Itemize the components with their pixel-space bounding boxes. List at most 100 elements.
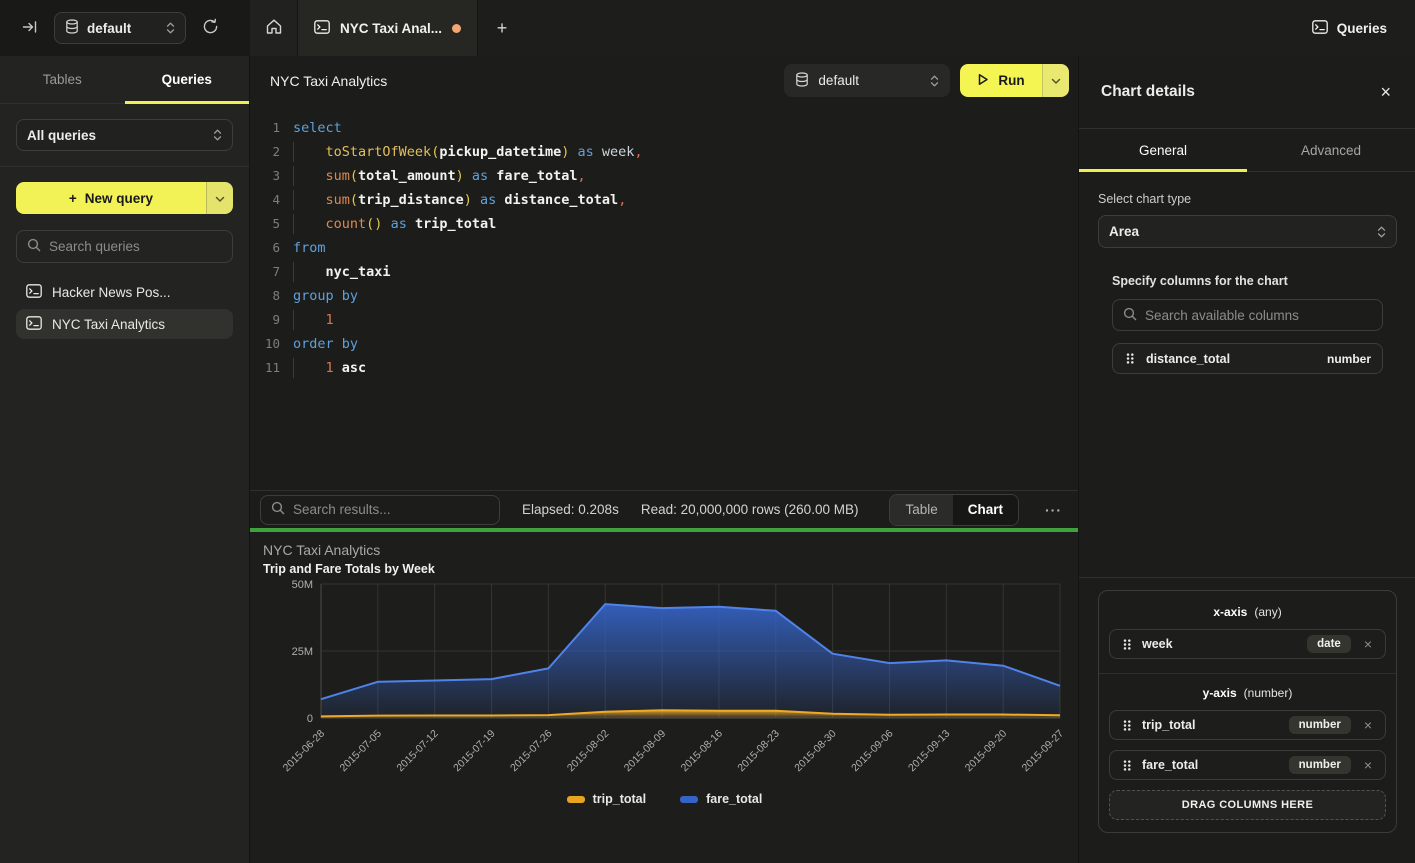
column-name: week <box>1142 637 1173 651</box>
saved-query-item[interactable]: NYC Taxi Analytics <box>16 309 233 339</box>
column-pill-distance_total[interactable]: distance_totalnumber <box>1112 343 1383 374</box>
line-number: 9 <box>250 308 280 332</box>
unsaved-changes-dot <box>452 24 461 33</box>
editor-database-selector[interactable]: default <box>784 64 950 97</box>
chart-type-select[interactable]: Area <box>1098 215 1397 248</box>
line-number: 10 <box>250 332 280 356</box>
code-line: 10 order by <box>250 332 1078 356</box>
drag-handle-icon[interactable] <box>1124 351 1136 366</box>
sidebar-search-box <box>16 230 233 263</box>
svg-text:2015-08-02: 2015-08-02 <box>565 728 612 775</box>
run-label: Run <box>998 73 1024 88</box>
code-text: order by <box>293 332 358 356</box>
remove-column-button[interactable]: × <box>1360 717 1376 733</box>
sidebar: Tables Queries All queries + New query <box>0 56 250 863</box>
available-columns-list: distance_totalnumber <box>1112 343 1383 374</box>
play-icon <box>977 73 989 89</box>
home-icon <box>265 18 283 38</box>
line-number: 4 <box>250 188 280 212</box>
code-text: sum(total_amount) as fare_total, <box>293 164 586 188</box>
code-text: toStartOfWeek(pickup_datetime) as week, <box>293 140 643 164</box>
collapse-sidebar-button[interactable] <box>18 15 42 42</box>
new-tab-button[interactable]: + <box>478 0 526 56</box>
sidebar-tab-tables[interactable]: Tables <box>0 56 125 103</box>
search-columns-input[interactable] <box>1145 308 1372 323</box>
legend-item-trip_total[interactable]: trip_total <box>567 792 646 806</box>
code-line: 4 sum(trip_distance) as distance_total, <box>250 188 1078 212</box>
x-axis-title: x-axis <box>1213 605 1247 619</box>
svg-text:2015-09-20: 2015-09-20 <box>963 728 1010 775</box>
column-pill-week[interactable]: weekdate× <box>1109 629 1386 659</box>
plus-icon: + <box>497 18 508 39</box>
view-toggle-table[interactable]: Table <box>890 495 952 525</box>
legend-swatch <box>567 796 585 803</box>
legend-item-fare_total[interactable]: fare_total <box>680 792 762 806</box>
query-terminal-icon <box>26 284 42 301</box>
new-query-caret-button[interactable] <box>206 182 233 214</box>
axes-divider-line <box>1079 577 1415 578</box>
queries-filter-select[interactable]: All queries <box>16 119 233 151</box>
y-axis-title: y-axis <box>1203 686 1237 700</box>
database-icon <box>65 19 79 37</box>
results-view-toggle: Table Chart <box>889 494 1019 526</box>
read-stat: Read: 20,000,000 rows (260.00 MB) <box>641 502 859 517</box>
refresh-button[interactable] <box>198 14 223 42</box>
svg-text:2015-08-16: 2015-08-16 <box>679 728 726 775</box>
saved-query-label: Hacker News Pos... <box>52 285 171 300</box>
remove-column-button[interactable]: × <box>1360 757 1376 773</box>
tab-general[interactable]: General <box>1079 129 1247 171</box>
new-query-split-button: + New query <box>16 182 233 214</box>
x-axis-subtitle: (any) <box>1254 605 1281 619</box>
code-line: 6 from <box>250 236 1078 260</box>
query-terminal-icon <box>26 316 42 333</box>
code-text: from <box>293 236 326 260</box>
chart-details-title: Chart details <box>1101 83 1195 101</box>
line-number: 11 <box>250 356 280 380</box>
line-number: 3 <box>250 164 280 188</box>
queries-nav[interactable]: Queries <box>1312 0 1415 56</box>
topbar: default NYC Taxi Anal... <box>0 0 1415 56</box>
app-root: default NYC Taxi Anal... <box>0 0 1415 863</box>
column-type-badge: number <box>1289 716 1351 734</box>
line-number: 6 <box>250 236 280 260</box>
results-more-button[interactable]: ··· <box>1041 502 1066 518</box>
tab-nyc-taxi-analytics[interactable]: NYC Taxi Anal... <box>298 0 478 56</box>
view-toggle-chart[interactable]: Chart <box>953 495 1018 525</box>
drop-zone[interactable]: DRAG COLUMNS HERE <box>1109 790 1386 820</box>
chart-details-tabs: General Advanced <box>1079 129 1415 172</box>
y-axis-heading: y-axis (number) <box>1109 686 1386 700</box>
drag-handle-icon[interactable] <box>1121 637 1133 652</box>
sql-editor[interactable]: 1select2 toStartOfWeek(pickup_datetime) … <box>250 105 1078 490</box>
drag-handle-icon[interactable] <box>1121 758 1133 773</box>
run-caret-button[interactable] <box>1042 64 1069 97</box>
saved-query-label: NYC Taxi Analytics <box>52 317 165 332</box>
drag-handle-icon[interactable] <box>1121 718 1133 733</box>
close-panel-button[interactable]: × <box>1380 82 1391 103</box>
new-query-button[interactable]: + New query <box>16 182 206 214</box>
legend-label: fare_total <box>706 792 762 806</box>
line-number: 7 <box>250 260 280 284</box>
run-button[interactable]: Run <box>960 64 1041 97</box>
columns-search-box <box>1112 299 1383 331</box>
query-terminal-icon <box>314 20 330 37</box>
sidebar-tab-queries[interactable]: Queries <box>125 56 250 103</box>
home-button[interactable] <box>250 0 298 56</box>
code-line: 7 nyc_taxi <box>250 260 1078 284</box>
search-results-input[interactable] <box>293 502 489 517</box>
column-pill-fare_total[interactable]: fare_totalnumber× <box>1109 750 1386 780</box>
remove-column-button[interactable]: × <box>1360 636 1376 652</box>
svg-text:0: 0 <box>307 713 313 725</box>
search-queries-input[interactable] <box>49 239 222 254</box>
topbar-database-selector[interactable]: default <box>54 12 186 44</box>
chart-title: NYC Taxi Analytics <box>263 542 1066 558</box>
chart-subtitle: Trip and Fare Totals by Week <box>263 562 1066 576</box>
legend-swatch <box>680 796 698 803</box>
saved-query-item[interactable]: Hacker News Pos... <box>16 277 233 307</box>
column-pill-trip_total[interactable]: trip_totalnumber× <box>1109 710 1386 740</box>
tab-advanced[interactable]: Advanced <box>1247 129 1415 171</box>
close-icon: × <box>1364 636 1372 652</box>
search-icon <box>1123 307 1137 324</box>
sidebar-filter-block: All queries <box>0 104 249 166</box>
code-text: 1 asc <box>293 356 366 380</box>
saved-queries-list: Hacker News Pos... NYC Taxi Analytics <box>16 277 233 339</box>
